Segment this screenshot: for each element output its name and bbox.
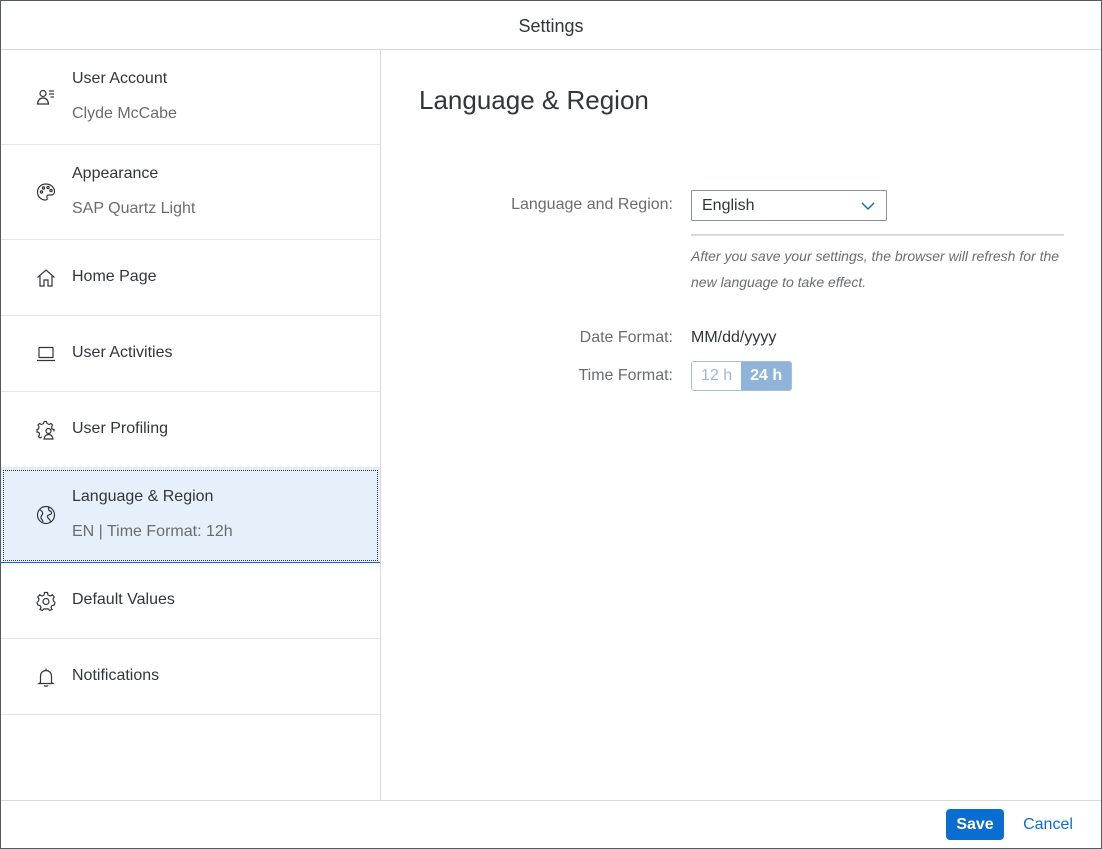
cancel-button[interactable]: Cancel (1015, 809, 1081, 840)
globe-icon (36, 505, 56, 525)
gear-icon (36, 591, 56, 611)
sidebar-item-appearance[interactable]: Appearance SAP Quartz Light (1, 145, 380, 240)
page-title: Language & Region (419, 85, 649, 115)
language-region-label: Language and Region: (511, 196, 673, 213)
sidebar-item-home-page[interactable]: Home Page (1, 240, 380, 316)
sidebar-item-language-region[interactable]: Language & Region EN | Time Format: 12h (1, 468, 380, 563)
sidebar-item-user-profiling[interactable]: User Profiling (1, 392, 380, 468)
sidebar-item-label: User Profiling (72, 420, 169, 437)
date-format-value: MM/dd/yyyy (691, 329, 777, 346)
user-settings-icon (36, 420, 56, 440)
time-format-12h-option[interactable]: 12 h (692, 362, 742, 390)
sidebar-item-notifications[interactable]: Notifications (1, 639, 380, 715)
sidebar-item-sublabel: SAP Quartz Light (72, 200, 196, 217)
sidebar-item-label: Appearance (72, 165, 159, 182)
sidebar-item-default-values[interactable]: Default Values (1, 563, 380, 639)
language-select[interactable]: English (691, 190, 887, 221)
save-button[interactable]: Save (946, 809, 1004, 840)
sidebar-item-sublabel: Clyde McCabe (72, 105, 177, 122)
divider (691, 234, 1064, 236)
time-format-label: Time Format: (578, 367, 673, 384)
sidebar-item-label: Notifications (72, 667, 160, 684)
sidebar-item-label: Language & Region (72, 488, 214, 505)
time-format-toggle: 12 h 24 h (691, 361, 793, 391)
bell-icon (36, 667, 56, 687)
sidebar-item-label: Default Values (72, 591, 175, 608)
laptop-icon (36, 344, 56, 364)
dialog-footer: Save Cancel (1, 800, 1101, 848)
sidebar-item-sublabel: EN | Time Format: 12h (72, 523, 233, 540)
language-select-value: English (702, 197, 755, 214)
dialog-header: Settings (1, 1, 1101, 50)
sidebar-item-label: User Account (72, 70, 168, 87)
sidebar-item-label: Home Page (72, 268, 157, 285)
settings-content: Language & Region Language and Region: E… (381, 50, 1101, 801)
palette-icon (36, 182, 56, 202)
sidebar-item-user-activities[interactable]: User Activities (1, 316, 380, 392)
settings-dialog: Settings User Account Clyde McCabe Appea… (0, 0, 1102, 849)
chevron-down-icon (860, 199, 876, 213)
date-format-label: Date Format: (579, 329, 673, 346)
time-format-24h-option[interactable]: 24 h (741, 362, 792, 390)
home-icon (36, 268, 56, 288)
user-account-icon (36, 87, 56, 107)
sidebar-item-user-account[interactable]: User Account Clyde McCabe (1, 50, 380, 145)
settings-sidebar: User Account Clyde McCabe Appearance SAP… (1, 50, 381, 801)
sidebar-item-label: User Activities (72, 344, 173, 361)
language-hint-text: After you save your settings, the browse… (691, 248, 1060, 290)
dialog-title: Settings (518, 16, 584, 36)
